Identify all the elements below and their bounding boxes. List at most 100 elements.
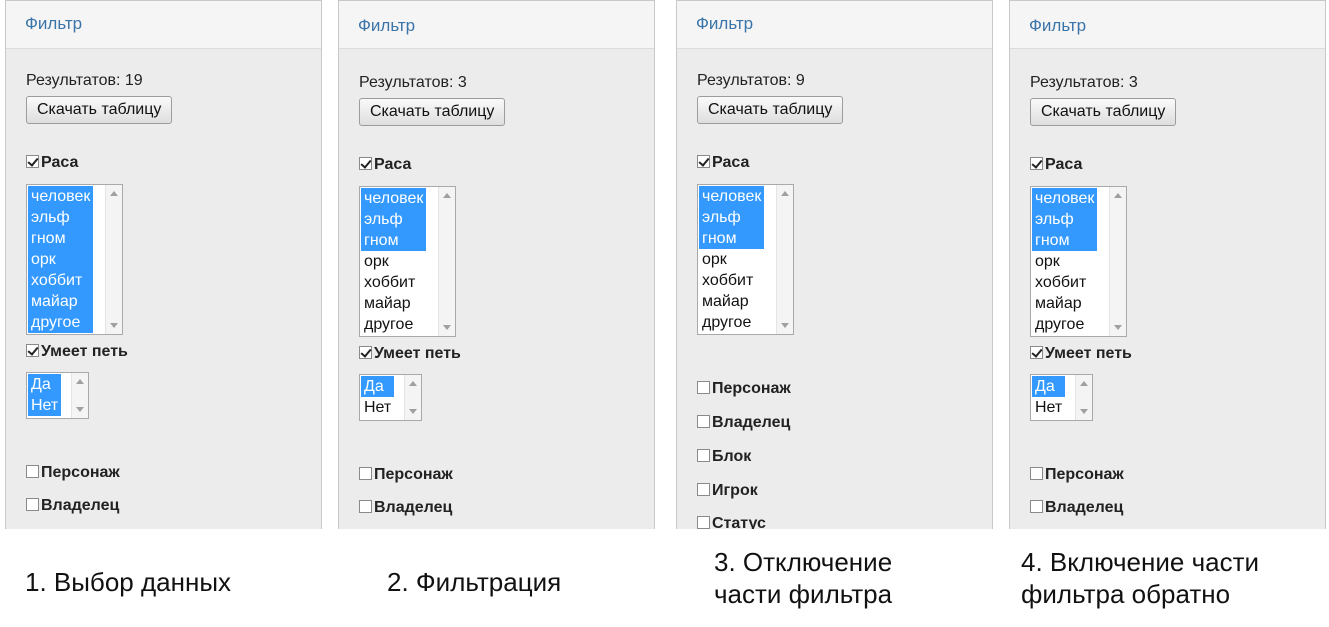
race-filter-toggle[interactable]: Раса	[1030, 156, 1082, 174]
sing-listbox[interactable]: Да Нет	[26, 372, 89, 419]
scroll-up-icon[interactable]	[1114, 193, 1122, 198]
character-checkbox[interactable]	[26, 465, 39, 478]
character-checkbox[interactable]	[1030, 467, 1043, 480]
race-listbox[interactable]: человек эльф гном орк хоббит майар друго…	[26, 184, 123, 335]
sing-filter-toggle[interactable]: Умеет петь	[359, 345, 461, 363]
race-option[interactable]: другое	[361, 314, 426, 335]
scroll-up-icon[interactable]	[110, 191, 118, 196]
scroll-up-icon[interactable]	[443, 193, 451, 198]
sing-checkbox[interactable]	[1030, 346, 1043, 359]
race-option[interactable]: майар	[28, 291, 94, 312]
race-option[interactable]: гном	[699, 228, 765, 249]
filter-toggle-owner[interactable]: Владелец	[359, 499, 452, 517]
race-listbox[interactable]: человек эльф гном орк хоббит майар друго…	[697, 184, 794, 335]
sing-option[interactable]: Да	[1032, 376, 1066, 397]
race-filter-toggle[interactable]: Раса	[697, 154, 749, 172]
race-option[interactable]: другое	[699, 312, 764, 333]
filter-toggle-block[interactable]: Блок	[697, 448, 751, 466]
filter-toggle-player[interactable]: Игрок	[697, 482, 758, 500]
sing-option[interactable]: Нет	[28, 395, 62, 416]
race-filter-toggle[interactable]: Раса	[26, 154, 78, 172]
scroll-up-icon[interactable]	[76, 379, 84, 384]
character-checkbox[interactable]	[697, 381, 710, 394]
filter-toggle-owner[interactable]: Владелец	[697, 414, 790, 432]
race-option[interactable]: человек	[361, 188, 427, 209]
sing-option[interactable]: Да	[361, 376, 395, 397]
scroll-down-icon[interactable]	[409, 409, 417, 414]
race-checkbox[interactable]	[26, 155, 39, 168]
race-scrollbar[interactable]	[1109, 187, 1126, 336]
scroll-down-icon[interactable]	[76, 407, 84, 412]
race-option[interactable]: майар	[361, 293, 426, 314]
race-option[interactable]: хоббит	[699, 270, 764, 291]
race-option[interactable]: хоббит	[28, 270, 94, 291]
scroll-down-icon[interactable]	[781, 323, 789, 328]
race-scrollbar[interactable]	[438, 187, 455, 336]
sing-scrollbar[interactable]	[1075, 375, 1092, 420]
race-option[interactable]: орк	[361, 251, 426, 272]
race-option[interactable]: эльф	[1032, 209, 1098, 230]
scroll-down-icon[interactable]	[110, 323, 118, 328]
race-filter-toggle[interactable]: Раса	[359, 156, 411, 174]
sing-listbox[interactable]: Да Нет	[359, 374, 422, 421]
owner-checkbox[interactable]	[359, 500, 372, 513]
race-option[interactable]: орк	[28, 249, 94, 270]
scroll-up-icon[interactable]	[409, 381, 417, 386]
race-checkbox[interactable]	[1030, 157, 1043, 170]
sing-option[interactable]: Нет	[1032, 397, 1065, 418]
sing-filter-toggle[interactable]: Умеет петь	[1030, 345, 1132, 363]
filter-toggle-owner[interactable]: Владелец	[26, 497, 119, 515]
race-option[interactable]: эльф	[699, 207, 765, 228]
race-listbox[interactable]: человек эльф гном орк хоббит майар друго…	[1030, 186, 1127, 337]
scroll-down-icon[interactable]	[1114, 325, 1122, 330]
race-scrollbar[interactable]	[776, 185, 793, 334]
race-option[interactable]: орк	[1032, 251, 1097, 272]
sing-checkbox[interactable]	[359, 346, 372, 359]
race-option[interactable]: человек	[699, 186, 765, 207]
race-option[interactable]: другое	[28, 312, 94, 333]
download-table-button[interactable]: Скачать таблицу	[1030, 98, 1177, 126]
race-option[interactable]: гном	[361, 230, 427, 251]
race-checkbox[interactable]	[697, 155, 710, 168]
owner-checkbox[interactable]	[1030, 500, 1043, 513]
race-option[interactable]: эльф	[361, 209, 427, 230]
race-option[interactable]: хоббит	[1032, 272, 1097, 293]
race-option[interactable]: человек	[28, 186, 94, 207]
scroll-up-icon[interactable]	[1080, 381, 1088, 386]
race-option[interactable]: человек	[1032, 188, 1098, 209]
owner-checkbox[interactable]	[697, 415, 710, 428]
race-listbox[interactable]: человек эльф гном орк хоббит майар друго…	[359, 186, 456, 337]
download-table-button[interactable]: Скачать таблицу	[359, 98, 506, 126]
race-scrollbar[interactable]	[105, 185, 122, 334]
race-checkbox[interactable]	[359, 157, 372, 170]
race-option[interactable]: хоббит	[361, 272, 426, 293]
character-checkbox[interactable]	[359, 467, 372, 480]
owner-checkbox[interactable]	[26, 498, 39, 511]
race-option[interactable]: гном	[28, 228, 94, 249]
race-option[interactable]: майар	[699, 291, 764, 312]
sing-scrollbar[interactable]	[71, 373, 88, 418]
scroll-down-icon[interactable]	[443, 325, 451, 330]
sing-checkbox[interactable]	[26, 344, 39, 357]
download-table-button[interactable]: Скачать таблицу	[697, 96, 844, 124]
player-checkbox[interactable]	[697, 483, 710, 496]
sing-option[interactable]: Нет	[361, 397, 394, 418]
race-option[interactable]: другое	[1032, 314, 1097, 335]
sing-filter-toggle[interactable]: Умеет петь	[26, 343, 128, 361]
filter-toggle-character[interactable]: Персонаж	[697, 380, 791, 398]
sing-scrollbar[interactable]	[404, 375, 421, 420]
block-checkbox[interactable]	[697, 449, 710, 462]
filter-toggle-character[interactable]: Персонаж	[359, 466, 453, 484]
status-checkbox[interactable]	[697, 516, 710, 529]
download-table-button[interactable]: Скачать таблицу	[26, 96, 173, 124]
filter-toggle-character[interactable]: Персонаж	[26, 464, 120, 482]
scroll-down-icon[interactable]	[1080, 409, 1088, 414]
race-option[interactable]: орк	[699, 249, 764, 270]
sing-option[interactable]: Да	[28, 374, 62, 395]
sing-listbox[interactable]: Да Нет	[1030, 374, 1093, 421]
race-option[interactable]: эльф	[28, 207, 94, 228]
scroll-up-icon[interactable]	[781, 191, 789, 196]
race-option[interactable]: майар	[1032, 293, 1097, 314]
race-option[interactable]: гном	[1032, 230, 1098, 251]
filter-toggle-status[interactable]: Статус	[697, 515, 766, 529]
